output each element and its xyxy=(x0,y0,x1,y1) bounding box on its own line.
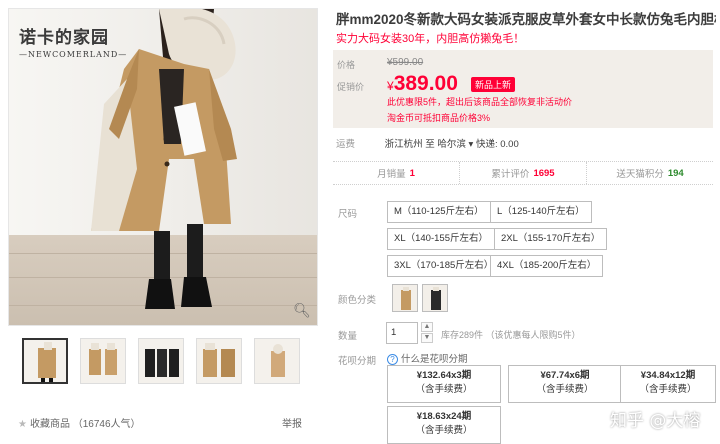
list-price-label: 价格 xyxy=(337,60,356,70)
thumbnail-5[interactable] xyxy=(254,338,300,384)
tmall-points: 送天猫积分 194 xyxy=(587,162,713,184)
monthly-sales-value: 1 xyxy=(409,167,415,179)
reviews-value: 1695 xyxy=(533,167,555,179)
installment-fee: （含手续费） xyxy=(415,384,473,395)
color-option-black[interactable] xyxy=(422,284,448,312)
product-title: 胖mm2020冬新款大码女装派克服皮草外套女中长款仿兔毛内胆棉大衣 xyxy=(336,12,716,27)
shipping-label: 运费 xyxy=(336,139,356,150)
brand-logo: 诺卡的家园 —NEWCOMERLAND— xyxy=(19,23,127,59)
size-option-4xl[interactable]: 4XL（185-200斤左右） xyxy=(490,255,604,277)
size-option-2xl[interactable]: 2XL（155-170斤左右） xyxy=(494,228,608,250)
thumbnail-3[interactable] xyxy=(138,338,184,384)
sales-stats: 月销量 1 累计评价 1695 送天猫积分 194 xyxy=(333,161,713,185)
promo-price: ¥389.00 xyxy=(387,72,458,96)
installment-amount: ¥34.84x12期 xyxy=(640,370,696,381)
installment-help-link[interactable]: ? 什么是花呗分期 xyxy=(387,351,468,365)
color-label: 颜色分类 xyxy=(338,295,377,306)
installment-option-6[interactable]: ¥67.74x6期 （含手续费） xyxy=(508,365,622,403)
installment-option-24[interactable]: ¥18.63x24期 （含手续费） xyxy=(387,406,501,444)
magnifier-icon[interactable]: 🔍︎ xyxy=(293,301,311,319)
new-arrival-badge: 新品上新 xyxy=(471,77,516,92)
installment-amount: ¥67.74x6期 xyxy=(540,370,590,381)
coin-discount-note[interactable]: 淘金币可抵扣商品价格3% xyxy=(387,111,490,124)
favorite-button[interactable]: ★ 收藏商品 （16746人气） xyxy=(18,415,141,430)
total-reviews[interactable]: 累计评价 1695 xyxy=(460,162,587,184)
installment-option-3[interactable]: ¥132.64x3期 （含手续费） xyxy=(387,365,501,403)
quantity-input[interactable]: 1 xyxy=(386,322,418,344)
installment-option-12[interactable]: ¥34.84x12期 （含手续费） xyxy=(620,365,716,403)
shipping-destination-select[interactable]: 浙江杭州 至 哈尔滨 ▾ 快递: 0.00 xyxy=(385,139,519,150)
reviews-label: 累计评价 xyxy=(491,169,530,180)
brand-name-cn: 诺卡的家园 xyxy=(19,28,109,48)
quantity-decrement-button[interactable]: ▼ xyxy=(421,333,433,343)
brand-name-en: —NEWCOMERLAND— xyxy=(19,50,128,59)
thumbnail-4[interactable] xyxy=(196,338,242,384)
quantity-label: 数量 xyxy=(338,331,358,342)
thumbnail-strip xyxy=(22,338,300,384)
installment-fee: （含手续费） xyxy=(415,425,473,436)
monthly-sales: 月销量 1 xyxy=(333,162,460,184)
list-price: ¥599.00 xyxy=(387,57,424,68)
report-link[interactable]: 举报 xyxy=(282,415,302,430)
product-subtitle: 实力大码女装30年，内胆高仿獭兔毛！ xyxy=(336,33,525,45)
size-option-xl[interactable]: XL（140-155斤左右） xyxy=(387,228,495,250)
promo-price-value: 389.00 xyxy=(393,72,458,95)
size-option-3xl[interactable]: 3XL（170-185斤左右） xyxy=(387,255,501,277)
thumbnail-2[interactable] xyxy=(80,338,126,384)
monthly-sales-label: 月销量 xyxy=(377,169,406,180)
points-label: 送天猫积分 xyxy=(616,169,664,180)
question-icon: ? xyxy=(387,354,398,365)
size-option-l[interactable]: L（125-140斤左右） xyxy=(490,201,592,223)
size-label: 尺码 xyxy=(338,209,358,220)
watermark: 知乎 @大榕 xyxy=(610,411,701,431)
installment-amount: ¥132.64x3期 xyxy=(416,370,472,381)
installment-amount: ¥18.63x24期 xyxy=(416,411,472,422)
size-option-m[interactable]: M（110-125斤左右） xyxy=(387,201,491,223)
currency-symbol: ¥ xyxy=(387,79,394,93)
favorite-label: 收藏商品 xyxy=(29,419,70,430)
color-option-camel[interactable] xyxy=(392,284,418,312)
shipping-row: 运费 浙江杭州 至 哈尔滨 ▾ 快递: 0.00 xyxy=(336,136,519,150)
installment-fee: （含手续费） xyxy=(639,384,697,395)
star-icon: ★ xyxy=(18,419,27,430)
installment-help-text: 什么是花呗分期 xyxy=(401,354,468,365)
favorite-count: （16746人气） xyxy=(72,419,141,430)
points-value: 194 xyxy=(667,167,684,179)
thumbnail-1[interactable] xyxy=(22,338,68,384)
installment-label: 花呗分期 xyxy=(338,356,377,367)
promo-price-label: 促销价 xyxy=(337,82,365,92)
promo-note: 此优惠限5件，超出后该商品全部恢复非活动价 xyxy=(387,97,573,107)
quantity-increment-button[interactable]: ▲ xyxy=(421,322,433,332)
stock-info: 库存289件 （该优惠每人限购5件） xyxy=(441,330,581,340)
installment-fee: （含手续费） xyxy=(536,384,594,395)
price-panel: 价格 ¥599.00 促销价 ¥389.00 新品上新 此优惠限5件，超出后该商… xyxy=(333,50,713,128)
main-product-image[interactable]: 诺卡的家园 —NEWCOMERLAND— 🔍︎ xyxy=(8,8,318,326)
